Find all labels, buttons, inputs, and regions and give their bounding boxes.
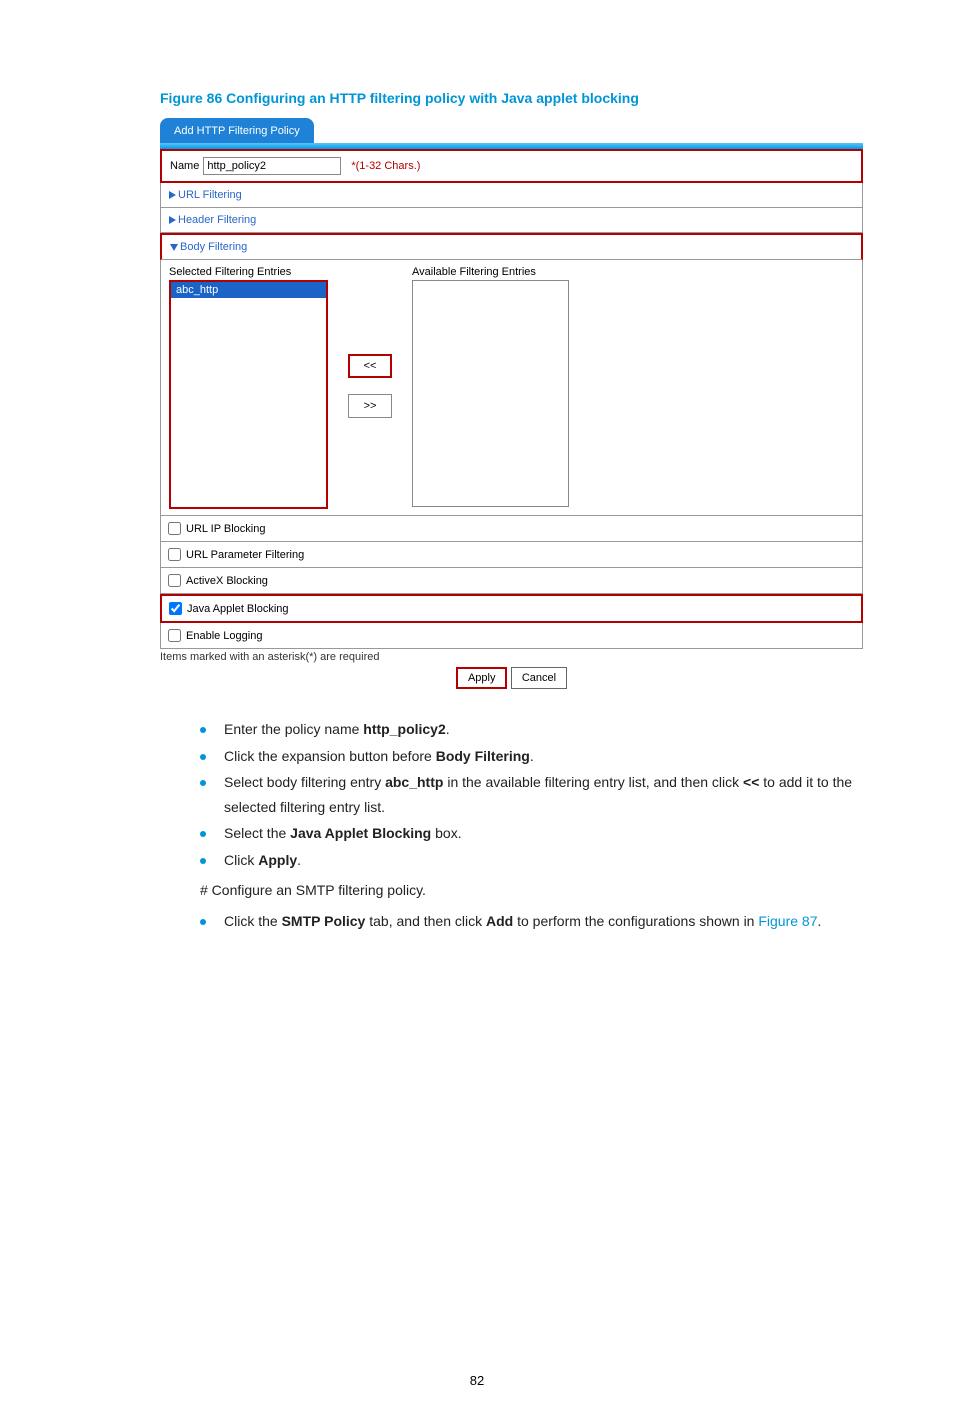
java-applet-blocking-checkbox[interactable] [169, 602, 182, 615]
enable-logging-label: Enable Logging [186, 630, 262, 642]
bullet-icon [200, 727, 206, 733]
figure-title: Figure 86 Configuring an HTTP filtering … [160, 90, 894, 106]
name-hint: *(1-32 Chars.) [351, 160, 420, 172]
url-filtering-row[interactable]: URL Filtering [160, 183, 863, 208]
available-entries-list[interactable] [412, 280, 569, 507]
java-applet-blocking-row[interactable]: Java Applet Blocking [160, 594, 863, 623]
name-input[interactable] [203, 157, 341, 175]
remove-button[interactable]: >> [348, 394, 392, 418]
selected-entries-label: Selected Filtering Entries [169, 266, 328, 278]
name-row: Name *(1-32 Chars.) [160, 149, 863, 183]
bullet-icon [200, 754, 206, 760]
apply-button[interactable]: Apply [456, 667, 508, 689]
tab-add-http-filtering[interactable]: Add HTTP Filtering Policy [160, 118, 314, 143]
bullet-icon [200, 831, 206, 837]
body-filtering-row[interactable]: Body Filtering [160, 233, 863, 260]
activex-blocking-checkbox[interactable] [168, 574, 181, 587]
activex-blocking-row[interactable]: ActiveX Blocking [160, 568, 863, 594]
enable-logging-row[interactable]: Enable Logging [160, 623, 863, 649]
body-filtering-label: Body Filtering [180, 241, 247, 253]
step-2: Click the expansion button before Body F… [200, 744, 860, 769]
screenshot-panel: Add HTTP Filtering Policy Name *(1-32 Ch… [160, 118, 863, 689]
selected-entries-list[interactable]: abc_http [169, 280, 328, 509]
available-entries-label: Available Filtering Entries [412, 266, 569, 278]
java-applet-blocking-label: Java Applet Blocking [187, 603, 289, 615]
enable-logging-checkbox[interactable] [168, 629, 181, 642]
step-5: Click Apply. [200, 848, 860, 873]
bullet-icon [200, 919, 206, 925]
chevron-right-icon [169, 191, 176, 199]
config-line: # Configure an SMTP filtering policy. [200, 878, 860, 903]
chevron-right-icon [169, 216, 176, 224]
url-ip-blocking-row[interactable]: URL IP Blocking [160, 516, 863, 542]
add-button[interactable]: << [348, 354, 392, 378]
url-param-filtering-label: URL Parameter Filtering [186, 549, 304, 561]
header-filtering-row[interactable]: Header Filtering [160, 208, 863, 233]
cancel-button[interactable]: Cancel [511, 667, 567, 689]
activex-blocking-label: ActiveX Blocking [186, 575, 268, 587]
figure-link[interactable]: Figure 87 [758, 913, 817, 929]
step-1: Enter the policy name http_policy2. [200, 717, 860, 742]
chevron-down-icon [170, 244, 178, 251]
name-label: Name [170, 160, 199, 172]
url-ip-blocking-checkbox[interactable] [168, 522, 181, 535]
instructions: Enter the policy name http_policy2. Clic… [200, 717, 860, 933]
body-filtering-content: Selected Filtering Entries abc_http << >… [160, 260, 863, 516]
step-3: Select body filtering entry abc_http in … [200, 770, 860, 819]
page-number: 82 [60, 1373, 894, 1388]
step-6: Click the SMTP Policy tab, and then clic… [200, 909, 860, 934]
url-param-filtering-checkbox[interactable] [168, 548, 181, 561]
bullet-icon [200, 780, 206, 786]
url-filtering-label: URL Filtering [178, 189, 242, 201]
list-item[interactable]: abc_http [171, 282, 326, 298]
bullet-icon [200, 858, 206, 864]
step-4: Select the Java Applet Blocking box. [200, 821, 860, 846]
required-note: Items marked with an asterisk(*) are req… [160, 651, 863, 663]
header-filtering-label: Header Filtering [178, 214, 256, 226]
url-ip-blocking-label: URL IP Blocking [186, 523, 265, 535]
url-param-filtering-row[interactable]: URL Parameter Filtering [160, 542, 863, 568]
